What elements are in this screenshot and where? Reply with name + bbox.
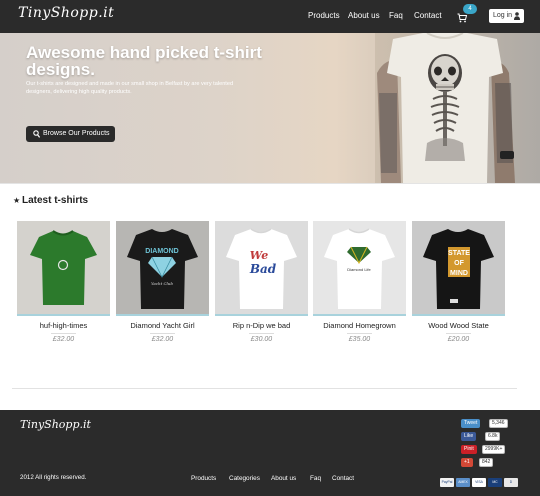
footer-nav-categories[interactable]: Categories [229,475,260,482]
cart-icon [457,13,467,23]
footer-nav-about-us[interactable]: About us [271,475,296,482]
tshirt-image: STATE OF MIND [412,221,505,314]
site-footer: TinyShopp.it Tweet 5,346 Like 6.8k Pinit… [0,410,540,496]
top-navbar: TinyShopp.it Products About us Faq Conta… [0,0,540,33]
product-card[interactable]: We Bad Rip n-Dip we bad £30.00 [215,221,308,351]
section-divider [12,388,517,389]
section-title-label: Latest t-shirts [22,195,89,206]
pinit-button[interactable]: Pinit [461,445,477,454]
footer-nav-contact[interactable]: Contact [332,475,354,482]
product-image[interactable]: STATE OF MIND [412,221,505,316]
product-card[interactable]: huf-high-times £32.00 [17,221,110,351]
product-name[interactable]: Diamond Homegrown [313,321,406,330]
product-price: £32.00 [151,336,174,343]
divider [150,333,175,334]
product-price: £35.00 [348,336,371,343]
product-image[interactable]: Diamond Life [313,221,406,316]
star-icon: ★ [13,196,21,205]
product-image[interactable]: DIAMOND Yacht Club [116,221,209,316]
product-card[interactable]: DIAMOND Yacht Club Diamond Yacht Girl £3… [116,221,209,351]
browse-products-button[interactable]: Browse Our Products [26,126,115,142]
google-plus-count: 842 [479,458,494,467]
svg-text:STATE: STATE [448,250,470,257]
product-price: £30.00 [250,336,273,343]
product-price: £32.00 [52,336,75,343]
svg-text:DIAMOND: DIAMOND [145,248,178,255]
like-count: 6.8k [485,432,501,441]
svg-text:OF: OF [454,260,464,267]
product-card[interactable]: Diamond Life Diamond Homegrown £35.00 [313,221,406,351]
footer-logo[interactable]: TinyShopp.it [20,418,91,431]
like-button[interactable]: Like [461,432,477,441]
hero-bottom-border [0,183,540,184]
login-label: Log in [493,12,513,19]
product-image[interactable] [17,221,110,316]
tshirt-image: Diamond Life [313,221,406,314]
nav-about-us[interactable]: About us [348,11,380,20]
copyright: 2012 All rights reserved. [20,474,87,481]
mastercard-icon: MC [488,478,502,487]
divider [446,333,471,334]
browse-products-label: Browse Our Products [43,130,110,137]
footer-nav-products[interactable]: Products [191,475,216,482]
tshirt-image: DIAMOND Yacht Club [116,221,209,314]
pinit-count: 2999K+ [482,445,506,454]
product-card[interactable]: STATE OF MIND Wood Wood State £20.00 [412,221,505,351]
cart-count-badge: 4 [463,4,477,14]
divider [51,333,76,334]
cart-button[interactable]: 4 [453,4,477,28]
tshirt-image [17,221,110,314]
login-button[interactable]: Log in [489,9,524,23]
product-name[interactable]: Rip n-Dip we bad [215,321,308,330]
hero-banner: Awesome hand picked t-shirt designs. Our… [0,33,540,183]
nav-faq[interactable]: Faq [389,11,403,20]
product-name[interactable]: Diamond Yacht Girl [116,321,209,330]
svg-text:Bad: Bad [249,262,277,276]
product-name[interactable]: huf-high-times [17,321,110,330]
amex-icon: AMEX [456,478,470,487]
nav-products[interactable]: Products [308,11,340,20]
google-plus-button[interactable]: +1 [461,458,473,467]
hero-description: Our t-shirts are designed and made in ou… [26,81,234,95]
hero-model-photo [375,33,540,183]
divider [347,333,372,334]
product-image[interactable]: We Bad [215,221,308,316]
svg-text:Yacht Club: Yacht Club [151,281,173,286]
product-name[interactable]: Wood Wood State [412,321,505,330]
divider [249,333,274,334]
svg-text:Diamond Life: Diamond Life [347,267,371,272]
svg-text:We: We [250,249,268,262]
user-icon [514,12,520,20]
product-price: £20.00 [447,336,470,343]
section-title: ★ Latest t-shirts [13,195,88,206]
tweet-count: 5,346 [489,419,508,428]
discover-icon: D [504,478,518,487]
search-icon [33,130,40,138]
nav-contact[interactable]: Contact [414,11,442,20]
visa-icon: VISA [472,478,486,487]
paypal-icon: PayPal [440,478,454,487]
tweet-button[interactable]: Tweet [461,419,481,428]
footer-nav-faq[interactable]: Faq [310,475,321,482]
hero-title: Awesome hand picked t-shirt designs. [26,43,262,79]
tshirt-image: We Bad [215,221,308,314]
svg-text:MIND: MIND [450,270,468,277]
